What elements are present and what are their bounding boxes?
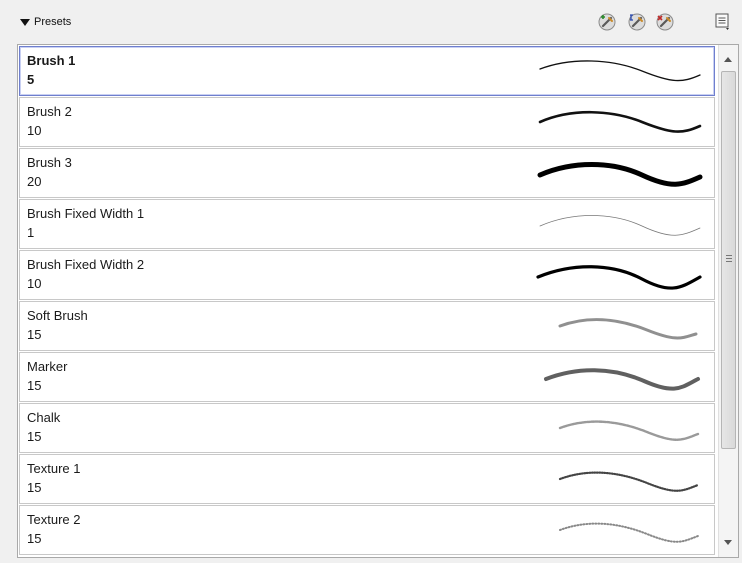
preset-row[interactable]: Texture 2 15: [19, 505, 715, 555]
thin-brush-stroke-preview: [539, 60, 701, 82]
preset-size: 15: [27, 327, 42, 342]
marker-stroke-preview: [544, 368, 700, 391]
grip-icon: [726, 255, 732, 262]
triangle-down-icon: [20, 18, 30, 26]
preset-size: 15: [27, 480, 42, 495]
preset-size: 10: [27, 276, 42, 291]
presets-header: Presets: [0, 0, 742, 44]
preset-row[interactable]: Soft Brush 15: [19, 301, 715, 351]
texture-1-stroke-preview: [558, 471, 700, 492]
hairline-stroke-preview: [539, 215, 701, 236]
delete-preset-icon[interactable]: [655, 12, 675, 32]
preset-name: Brush Fixed Width 1: [27, 206, 145, 221]
preset-size: 1: [27, 225, 35, 240]
preset-name: Brush 1: [27, 53, 76, 68]
preset-name: Brush 2: [27, 104, 72, 119]
preset-row[interactable]: Brush Fixed Width 1 1: [19, 199, 715, 249]
presets-title: Presets: [34, 16, 72, 28]
preset-name: Texture 1: [27, 461, 81, 476]
fixed-thick-stroke-preview: [536, 265, 702, 290]
rename-preset-icon[interactable]: [627, 12, 647, 32]
vertical-scrollbar[interactable]: [718, 45, 738, 557]
preset-name: Soft Brush: [27, 308, 88, 323]
preset-size: 10: [27, 123, 42, 138]
preset-row[interactable]: Brush 1 5: [19, 46, 715, 96]
preset-name: Texture 2: [27, 512, 81, 527]
presets-toggle[interactable]: Presets: [20, 14, 71, 30]
preset-size: 15: [27, 531, 42, 546]
preset-row[interactable]: Chalk 15: [19, 403, 715, 453]
soft-stroke-preview: [558, 318, 698, 340]
presets-list: Brush 1 5 Brush 2 10 Brush 3 20 Brush Fi…: [18, 45, 716, 557]
preset-row[interactable]: Marker 15: [19, 352, 715, 402]
presets-list-panel: Brush 1 5 Brush 2 10 Brush 3 20 Brush Fi…: [17, 44, 739, 558]
preset-row[interactable]: Brush Fixed Width 2 10: [19, 250, 715, 300]
preset-name: Chalk: [27, 410, 61, 425]
scroll-down-icon[interactable]: [724, 540, 732, 545]
preset-size: 20: [27, 174, 42, 189]
preset-name: Marker: [27, 359, 68, 374]
add-preset-icon[interactable]: [597, 12, 617, 32]
preset-size: 15: [27, 429, 42, 444]
preset-name: Brush Fixed Width 2: [27, 257, 145, 272]
preset-row[interactable]: Brush 3 20: [19, 148, 715, 198]
preset-name: Brush 3: [27, 155, 72, 170]
scroll-up-icon[interactable]: [724, 57, 732, 62]
preset-row[interactable]: Texture 1 15: [19, 454, 715, 504]
thick-brush-stroke-preview: [537, 162, 703, 187]
preset-size: 5: [27, 72, 35, 87]
texture-2-stroke-preview: [559, 522, 699, 543]
preset-size: 15: [27, 378, 42, 393]
medium-brush-stroke-preview: [538, 110, 702, 133]
chalk-stroke-preview: [558, 420, 700, 441]
preset-row[interactable]: Brush 2 10: [19, 97, 715, 147]
scroll-thumb[interactable]: [721, 71, 736, 449]
panel-menu-icon[interactable]: [714, 12, 732, 32]
